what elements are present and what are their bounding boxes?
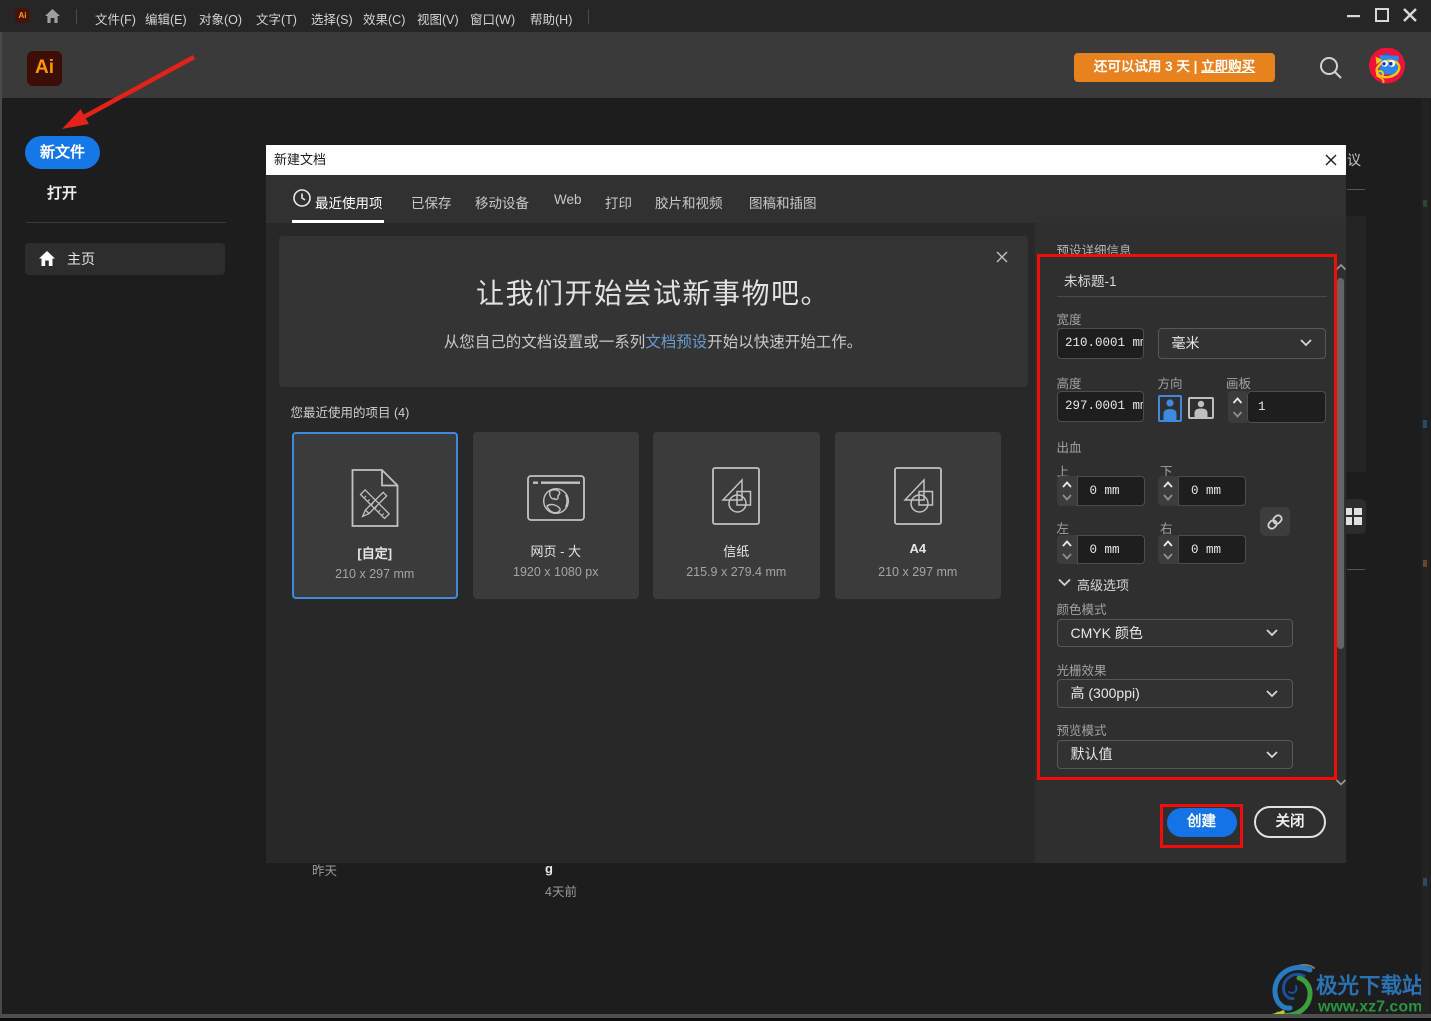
svg-text:极光下载站: 极光下载站 [1316, 973, 1424, 998]
svg-text:www.xz7.com: www.xz7.com [1317, 999, 1422, 1016]
